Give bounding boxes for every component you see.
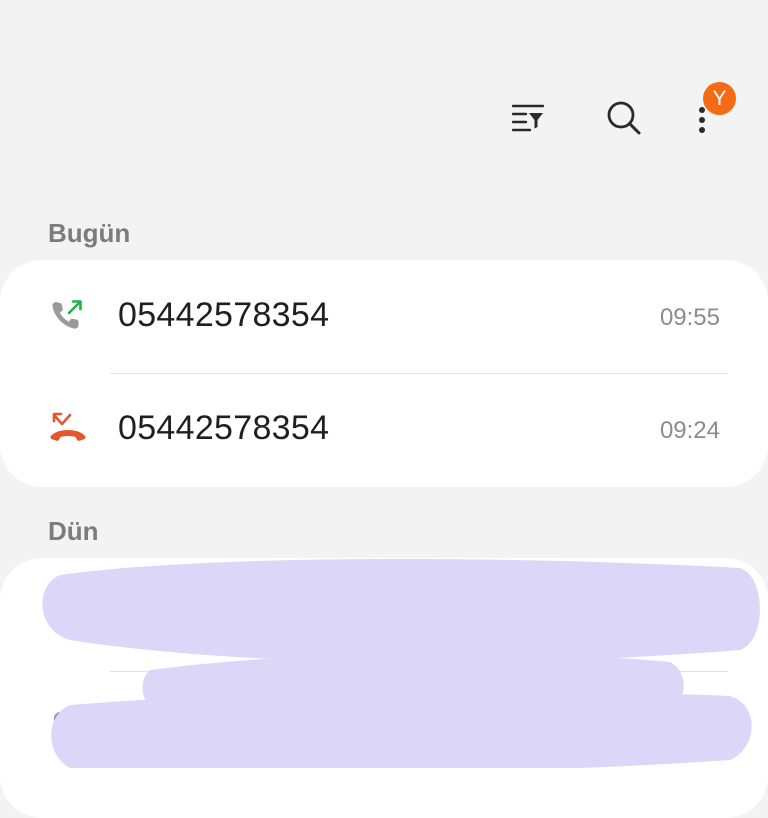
call-log-row[interactable]: 05442578354 09:24 xyxy=(0,373,768,486)
filter-list-icon xyxy=(511,104,545,132)
call-time: 09:55 xyxy=(659,304,720,331)
row-divider xyxy=(110,671,728,672)
missed-call-icon xyxy=(50,412,86,441)
account-badge[interactable]: Y xyxy=(703,82,736,115)
outgoing-call-icon xyxy=(52,300,82,329)
search-button[interactable] xyxy=(596,90,652,146)
phone-number: 05442578354 xyxy=(118,296,330,334)
partial-call-icon xyxy=(53,712,62,730)
toolbar xyxy=(0,90,768,146)
call-log-card-yesterday xyxy=(0,558,768,818)
phone-number: 05442578354 xyxy=(118,409,330,447)
call-log-card-today: 05442578354 09:55 05442578354 09:24 xyxy=(0,260,768,487)
call-log-row[interactable]: 05442578354 09:55 xyxy=(0,260,768,373)
section-label-today: Bugün xyxy=(48,218,131,248)
search-icon xyxy=(607,101,641,135)
call-time: 09:24 xyxy=(659,417,720,444)
section-label-yesterday: Dün xyxy=(48,516,99,546)
filter-button[interactable] xyxy=(500,90,556,146)
